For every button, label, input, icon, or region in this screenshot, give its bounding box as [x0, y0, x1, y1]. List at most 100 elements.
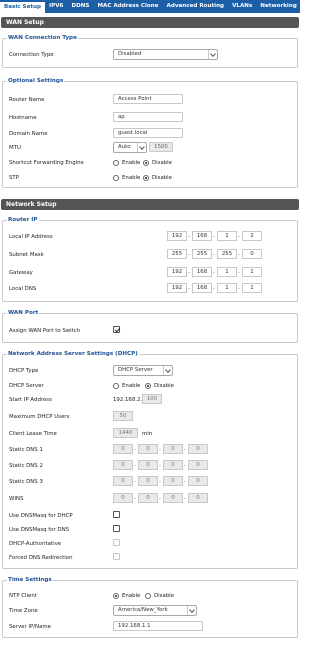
subnet-octet-3[interactable]: 255 — [217, 249, 237, 259]
tab-mac-address-clone[interactable]: MAC Address Clone — [93, 0, 162, 13]
static-dns-3-octet-1[interactable]: 0 — [113, 476, 133, 486]
forced-dns-checkbox[interactable] — [113, 553, 120, 560]
ip-separator: . — [184, 477, 186, 484]
chevron-down-icon — [208, 50, 217, 59]
start-ip-input[interactable]: 100 — [142, 394, 162, 404]
tab-vlans[interactable]: VLANs — [228, 0, 256, 13]
stp-enable-label: Enable — [122, 175, 141, 181]
router-name-label: Router Name — [9, 97, 45, 103]
static-dns-2-octet-1[interactable]: 0 — [113, 460, 133, 470]
static-dns-1-octet-3[interactable]: 0 — [163, 444, 183, 454]
wins-octet-1[interactable]: 0 — [113, 493, 133, 503]
server-ip-input[interactable]: 192.168.1.1 — [113, 621, 203, 631]
gateway-octet-1[interactable]: 192 — [167, 267, 187, 277]
gateway-octet-2[interactable]: 168 — [192, 267, 212, 277]
static-dns-2-octet-3[interactable]: 0 — [163, 460, 183, 470]
static-dns-1-octet-2[interactable]: 0 — [138, 444, 158, 454]
dhcp-server-label: DHCP Server — [9, 383, 44, 389]
tab-ddns[interactable]: DDNS — [67, 0, 93, 13]
stp-disable-radio[interactable] — [143, 175, 149, 181]
time-zone-value: America/New_York — [118, 607, 168, 613]
wan-connection-fieldset: WAN Connection Type Connection Type Disa… — [2, 35, 298, 68]
local-dns-octet-4[interactable]: 1 — [242, 283, 262, 293]
static-dns-2-octet-4[interactable]: 0 — [188, 460, 208, 470]
ip-separator: . — [159, 445, 161, 452]
dhcp-server-disable-radio[interactable] — [145, 383, 151, 389]
domain-name-input[interactable]: guest.local — [113, 128, 183, 138]
wan-port-fieldset: WAN Port Assign WAN Port to Switch — [2, 310, 298, 343]
ntp-disable-label: Disable — [154, 593, 174, 599]
gateway-octet-4[interactable]: 1 — [242, 267, 262, 277]
static-dns-2-octet-2[interactable]: 0 — [138, 460, 158, 470]
ntp-enable-radio[interactable] — [113, 593, 119, 599]
mtu-value-input[interactable]: 1500 — [149, 142, 173, 152]
subnet-octet-1[interactable]: 255 — [167, 249, 187, 259]
wins-octet-2[interactable]: 0 — [138, 493, 158, 503]
stp-label: STP — [9, 175, 19, 181]
tab-networking[interactable]: Networking — [256, 0, 301, 13]
tab-advanced-routing[interactable]: Advanced Routing — [163, 0, 229, 13]
ip-separator: . — [213, 232, 215, 239]
ip-separator: . — [188, 232, 190, 239]
ip-separator: . — [184, 445, 186, 452]
connection-type-label: Connection Type — [9, 52, 54, 58]
local-ip-octet-4[interactable]: 2 — [242, 231, 262, 241]
hostname-input[interactable]: ap — [113, 112, 183, 122]
local-ip-label: Local IP Address — [9, 234, 53, 240]
static-dns-1-label: Static DNS 1 — [9, 447, 43, 453]
subnet-octet-4[interactable]: 0 — [242, 249, 262, 259]
mtu-mode-select[interactable]: Auto — [113, 142, 147, 153]
max-dhcp-users-input[interactable]: 50 — [113, 411, 133, 421]
chevron-down-icon — [137, 143, 146, 152]
top-tab-bar: Basic Setup IPV6 DDNS MAC Address Clone … — [0, 0, 300, 13]
optional-settings-legend: Optional Settings — [7, 78, 65, 84]
router-name-input[interactable]: Access Point — [113, 94, 183, 104]
local-dns-octet-3[interactable]: 1 — [217, 283, 237, 293]
time-zone-select[interactable]: America/New_York — [113, 605, 197, 616]
sfe-disable-label: Disable — [152, 160, 172, 166]
connection-type-select[interactable]: Disabled — [113, 49, 218, 60]
static-dns-3-octet-2[interactable]: 0 — [138, 476, 158, 486]
stp-enable-radio[interactable] — [113, 175, 119, 181]
local-dns-octet-1[interactable]: 192 — [167, 283, 187, 293]
mtu-label: MTU — [9, 145, 21, 151]
ip-separator: . — [238, 250, 240, 257]
ntp-disable-radio[interactable] — [145, 593, 151, 599]
assign-wan-port-checkbox[interactable] — [113, 326, 120, 333]
dnsmasq-dns-checkbox[interactable] — [113, 525, 120, 532]
local-ip-octet-2[interactable]: 168 — [192, 231, 212, 241]
dnsmasq-dhcp-checkbox[interactable] — [113, 511, 120, 518]
local-ip-octet-1[interactable]: 192 — [167, 231, 187, 241]
dhcp-fieldset: Network Address Server Settings (DHCP) D… — [2, 351, 298, 569]
tab-basic-setup[interactable]: Basic Setup — [0, 0, 46, 13]
ip-separator: . — [184, 494, 186, 501]
static-dns-3-octet-4[interactable]: 0 — [188, 476, 208, 486]
dhcp-authoritative-checkbox[interactable] — [113, 539, 120, 546]
dhcp-server-enable-label: Enable — [122, 383, 141, 389]
sfe-enable-radio[interactable] — [113, 160, 119, 166]
network-setup-header: Network Setup — [1, 199, 299, 210]
gateway-octet-3[interactable]: 1 — [217, 267, 237, 277]
time-settings-fieldset: Time Settings NTP Client Enable Disable … — [2, 577, 298, 638]
ip-separator: . — [159, 477, 161, 484]
dhcp-type-select[interactable]: DHCP Server — [113, 365, 173, 376]
sfe-disable-radio[interactable] — [143, 160, 149, 166]
static-dns-1-octet-1[interactable]: 0 — [113, 444, 133, 454]
static-dns-3-octet-3[interactable]: 0 — [163, 476, 183, 486]
tab-ipv6[interactable]: IPV6 — [45, 0, 67, 13]
max-dhcp-users-label: Maximum DHCP Users — [9, 414, 70, 420]
local-dns-octet-2[interactable]: 168 — [192, 283, 212, 293]
ip-separator: . — [188, 284, 190, 291]
subnet-octet-2[interactable]: 255 — [192, 249, 212, 259]
dhcp-server-enable-radio[interactable] — [113, 383, 119, 389]
client-lease-input[interactable]: 1440 — [113, 428, 138, 438]
wins-octet-4[interactable]: 0 — [188, 493, 208, 503]
wins-octet-3[interactable]: 0 — [163, 493, 183, 503]
ntp-client-label: NTP Client — [9, 593, 37, 599]
local-ip-octet-3[interactable]: 1 — [217, 231, 237, 241]
sfe-label: Shortcut Forwarding Engine — [9, 160, 84, 166]
ip-separator: . — [134, 477, 136, 484]
static-dns-1-octet-4[interactable]: 0 — [188, 444, 208, 454]
dnsmasq-dhcp-label: Use DNSMasq for DHCP — [9, 513, 73, 519]
ip-separator: . — [188, 268, 190, 275]
